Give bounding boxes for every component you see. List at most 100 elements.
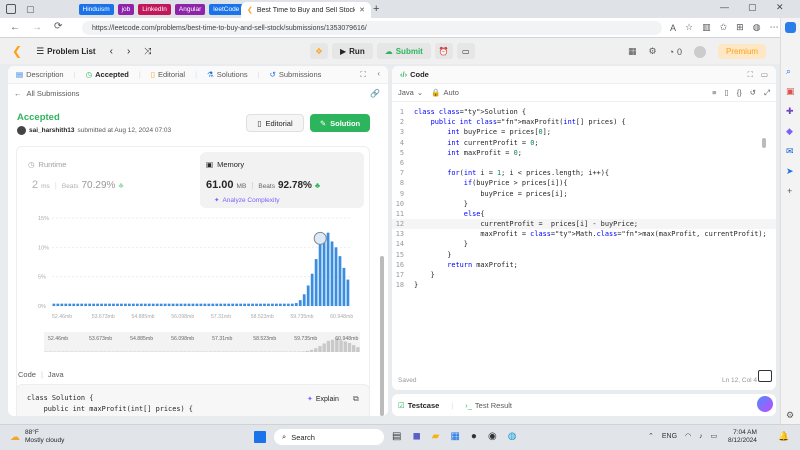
next-problem-icon[interactable]: › [127,46,130,57]
bookmark-angular[interactable]: Angular [174,3,206,15]
analyze-complexity-link[interactable]: ✦ Analyze Complexity [214,196,280,205]
fullscreen-icon[interactable]: ⤢ [764,88,770,98]
start-windows-icon[interactable] [254,431,266,443]
new-tab-button[interactable]: + [373,3,379,15]
code-line[interactable]: 10 } [392,199,776,209]
drop-icon[interactable]: ➤ [786,166,794,177]
code-line[interactable]: 18} [392,280,776,290]
language-select[interactable]: Java ⌄ [398,88,423,97]
tab-testcase[interactable]: ☑ Testcase [398,401,439,410]
copy-icon[interactable]: ⧉ [353,394,359,404]
explain-button[interactable]: ✦ Explain [307,395,339,404]
battery-icon[interactable]: ▭ [711,432,718,440]
layout-icon[interactable]: ▦ [628,46,637,57]
code-line[interactable]: 14 } [392,239,776,249]
code-line[interactable]: 11 else{ [392,209,776,219]
forward-arrow-icon[interactable]: → [32,22,42,33]
outlook-icon[interactable]: ✉ [786,146,794,157]
wifi-icon[interactable]: ◠ [685,432,691,440]
debug-icon[interactable]: ✥ [310,43,328,59]
code-line[interactable]: 17 } [392,270,776,280]
teams-icon[interactable]: ◼ [412,431,420,442]
tab-editorial[interactable]: ▯ Editorial [151,70,185,79]
memory-distribution-chart[interactable]: 15% 10% 5% 0% 52.46mb 53.673mb 54.885mb 56.098m… [36,212,356,324]
dell-icon[interactable]: ● [471,431,477,442]
store-icon[interactable]: ▦ [450,431,459,442]
run-button[interactable]: ▶ Run [332,43,373,59]
window-maximize-button[interactable]: ▢ [748,2,757,13]
code-area[interactable]: 1 class class="ty">Solution {2 public int… [392,107,776,290]
window-close-button[interactable]: ✕ [776,2,784,13]
runtime-card[interactable]: ◷ Runtime 2 ms | Beats 70.29% ♣ [22,152,194,208]
favorite-star-icon[interactable]: ☆ [685,22,693,33]
code-line[interactable]: 3 int buyPrice = prices[0]; [392,127,776,137]
code-line[interactable]: 12 currentProfit = prices[i] - buyPrice; [392,219,776,230]
auto-mode-toggle[interactable]: 🔒 Auto [431,88,459,97]
problem-list-button[interactable]: ☰ Problem List [36,46,96,57]
tab-submissions[interactable]: ↺ Submissions [270,70,322,79]
notification-bell-icon[interactable]: 🔔 [778,431,789,442]
code-line[interactable]: 16 return maxProfit; [392,260,776,270]
code-line[interactable]: 5 int maxProfit = 0; [392,148,776,158]
tab-description[interactable]: ▤ Description [16,70,64,79]
browser-back-tabs-icon[interactable]: ▢ [26,4,35,15]
tab-test-result[interactable]: ›_ Test Result [465,401,512,410]
bookmark-linkedin[interactable]: LinkedIn [138,3,171,15]
username[interactable]: sai_harshith13 [29,127,75,134]
collapse-panel-icon[interactable]: ‹ [377,69,380,78]
chart-range-navigator[interactable]: 52.46mb 53.673mb 54.885mb 56.098mb 57.31mb 58… [44,332,360,352]
copilot-icon[interactable] [757,396,773,412]
edge-icon[interactable]: ◍ [508,431,517,442]
clock[interactable]: 7:04 AM 8/12/2024 [728,429,757,445]
all-submissions-link[interactable]: ← All Submissions [14,89,79,98]
code-line[interactable]: 6 [392,158,776,168]
split-screen-icon[interactable]: ▥ [702,22,711,33]
window-minimize-button[interactable]: — [720,2,729,12]
tools-icon[interactable]: ✚ [786,106,794,117]
shuffle-icon[interactable]: ⤨ [144,46,151,57]
share-link-icon[interactable]: 🔗 [370,89,380,98]
volume-icon[interactable]: ♪ [699,433,703,440]
more-menu-icon[interactable]: ⋯ [770,22,779,33]
code-line[interactable]: 4 int currentProfit = 0; [392,138,776,148]
editor-scrollbar[interactable] [762,138,766,148]
window-menu-icon[interactable] [6,4,16,14]
code-preview-card[interactable]: class Solution { public int maxProfit(in… [16,384,370,416]
code-line[interactable]: 8 if(buyPrice > prices[i]){ [392,178,776,188]
avatar[interactable] [694,45,707,58]
notes-icon[interactable]: ▭ [456,43,475,59]
add-sidebar-icon[interactable]: + [787,186,792,196]
prev-problem-icon[interactable]: ‹ [110,46,113,57]
tab-code[interactable]: ‹/› Code [400,70,429,79]
notes-side-icon[interactable] [758,370,772,382]
tab-close-icon[interactable]: ✕ [359,6,365,14]
editorial-button[interactable]: ▯ Editorial [246,114,304,132]
games-icon[interactable]: ◆ [786,126,793,137]
zoom-icon[interactable]: A [670,23,676,33]
favorites-icon[interactable]: ✩ [720,22,728,33]
shopping-icon[interactable]: ▣ [786,86,795,97]
language-indicator[interactable]: ENG [662,433,677,440]
bookmark-hinduism[interactable]: Hinduism [78,3,114,15]
sidebar-settings-icon[interactable]: ⚙ [786,410,794,421]
collapse-panel-icon[interactable]: ▭ [761,70,768,79]
back-arrow-icon[interactable]: ← [10,22,20,33]
coins-counter[interactable]: ◔ 0 [669,47,682,57]
bookmark-job[interactable]: job [117,3,135,15]
format-icon[interactable]: ≡ [712,88,716,97]
solution-button[interactable]: ✎ Solution [310,114,370,132]
timer-icon[interactable]: ⏰ [434,43,453,59]
tab-solutions[interactable]: ⚗ Solutions [207,70,248,79]
expand-panel-icon[interactable]: ⛶ [748,70,753,80]
extensions-icon[interactable]: ⊞ [736,22,744,33]
code-line[interactable]: 13 maxProfit = class="ty">Math.class="fn… [392,229,776,239]
reload-icon[interactable]: ⟳ [54,21,62,32]
memory-card[interactable]: ▣ Memory 61.00 MB | Beats 92.78% ♣ ✦ Ana… [200,152,364,208]
braces-icon[interactable]: {} [737,88,742,97]
code-line[interactable]: 9 buyPrice = prices[i]; [392,189,776,199]
code-line[interactable]: 15 } [392,250,776,260]
submit-button[interactable]: ☁ Submit [376,43,431,59]
profile-icon[interactable]: ◍ [753,22,761,33]
browser-tab-active[interactable]: ❮ Best Time to Buy and Sell Stock ✕ [241,2,371,18]
code-line[interactable]: 7 for(int i = 1; i < prices.length; i++)… [392,168,776,178]
